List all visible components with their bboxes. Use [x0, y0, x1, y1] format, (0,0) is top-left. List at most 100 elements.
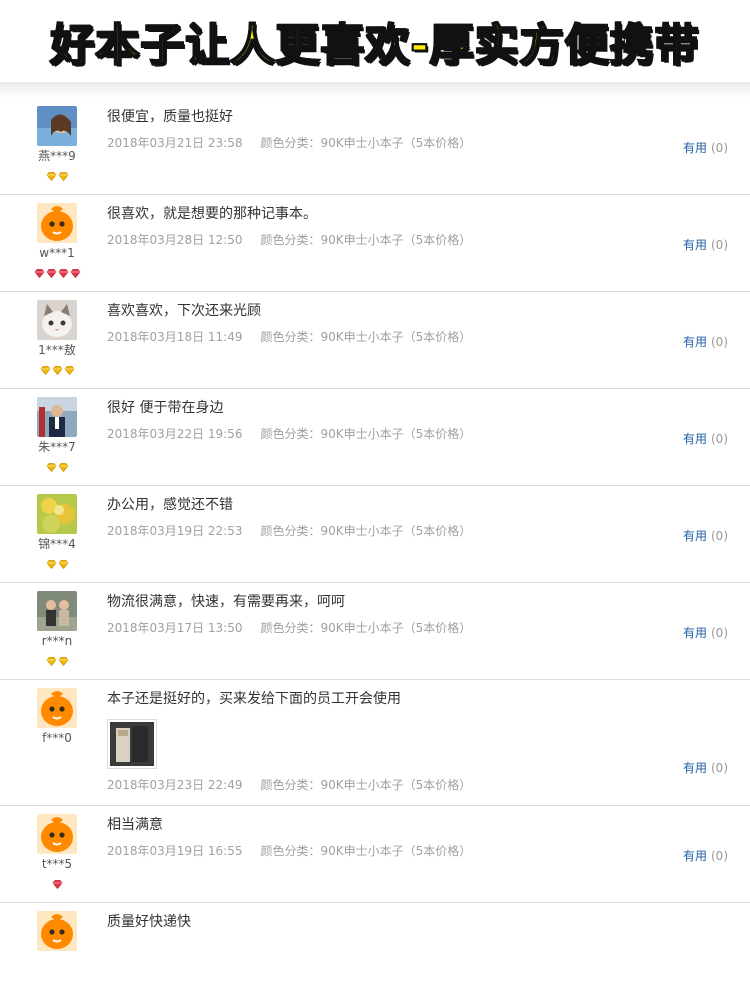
review-meta: 2018年03月17日 13:50 颜色分类：90K申士小本子（5本价格） — [107, 620, 667, 636]
review-date: 2018年03月18日 11:49 — [107, 330, 243, 344]
reviewer-name: r***n — [41, 634, 73, 648]
useful-count: (0) — [711, 238, 728, 252]
review-date: 2018年03月22日 19:56 — [107, 427, 243, 441]
useful-label: 有用 — [682, 432, 707, 446]
useful-label: 有用 — [682, 626, 707, 640]
useful-vote-button[interactable]: 有用 (0) — [683, 847, 728, 864]
sku-variant: 颜色分类：90K申士小本子（5本价格） — [260, 778, 472, 792]
reviewer-info: t***5 — [27, 814, 87, 889]
review-content: 办公用，感觉还不错 2018年03月19日 22:53 颜色分类：90K申士小本子（… — [107, 495, 667, 539]
review-text: 物流很满意，快速，有需要再来，呵呵 — [107, 594, 345, 610]
review-meta: 2018年03月18日 11:49 颜色分类：90K申士小本子（5本价格） — [107, 329, 667, 345]
sku-variant: 颜色分类：90K申士小本子（5本价格） — [260, 427, 472, 441]
review-date: 2018年03月17日 13:50 — [107, 621, 243, 635]
avatar[interactable] — [37, 688, 77, 728]
red-heart-diamond-icon — [52, 874, 63, 889]
useful-label: 有用 — [682, 849, 707, 863]
useful-vote-button[interactable]: 有用 (0) — [683, 624, 728, 641]
useful-label: 有用 — [682, 238, 707, 252]
review-row: 燕***9 很便宜，质量也挺好 2018年03月21日 23:58 颜色分类：90K申… — [0, 98, 750, 195]
gold-diamond-icon — [40, 360, 51, 375]
reviewer-info: f***0 — [27, 688, 87, 746]
review-date: 2018年03月21日 23:58 — [107, 136, 243, 150]
review-text: 喜欢喜欢，下次还来光顾 — [107, 303, 261, 319]
useful-label: 有用 — [682, 529, 707, 543]
useful-vote-button[interactable]: 有用 (0) — [683, 333, 728, 350]
sku-variant: 颜色分类：90K申士小本子（5本价格） — [260, 233, 472, 247]
gold-diamond-icon — [58, 166, 69, 181]
review-row: 质量好快递快 — [0, 903, 750, 983]
banner-title: 好本子让人更喜欢-厚实方便携带 — [49, 19, 700, 72]
gold-diamond-icon — [52, 360, 63, 375]
review-content: 质量好快递快 — [107, 912, 667, 932]
sku-variant: 颜色分类：90K申士小本子（5本价格） — [260, 621, 472, 635]
avatar[interactable] — [37, 494, 77, 534]
review-text: 很好 便于带在身边 — [107, 400, 224, 416]
sku-variant: 颜色分类：90K申士小本子（5本价格） — [260, 330, 472, 344]
red-heart-diamond-icon — [46, 263, 57, 278]
avatar[interactable] — [37, 911, 77, 951]
avatar[interactable] — [37, 814, 77, 854]
useful-vote-button[interactable]: 有用 (0) — [683, 236, 728, 253]
review-content: 物流很满意，快速，有需要再来，呵呵 2018年03月17日 13:50 颜色分类：9… — [107, 592, 667, 636]
red-heart-diamond-icon — [34, 263, 45, 278]
gold-diamond-icon — [58, 457, 69, 472]
review-meta: 2018年03月19日 16:55 颜色分类：90K申士小本子（5本价格） — [107, 843, 667, 859]
useful-count: (0) — [711, 141, 728, 155]
avatar[interactable] — [37, 591, 77, 631]
review-row: 朱***7 很好 便于带在身边 2018年03月22日 19:56 颜色分类：90K申… — [0, 389, 750, 486]
gold-diamond-icon — [46, 651, 57, 666]
gold-diamond-icon — [46, 166, 57, 181]
reviewer-info: r***n — [27, 591, 87, 666]
useful-label: 有用 — [682, 335, 707, 349]
gold-diamond-icon — [58, 651, 69, 666]
gold-diamond-icon — [46, 457, 57, 472]
review-text: 很喜欢，就是想要的那种记事本。 — [107, 206, 317, 222]
useful-count: (0) — [711, 761, 728, 775]
avatar[interactable] — [37, 203, 77, 243]
useful-vote-button[interactable]: 有用 (0) — [683, 430, 728, 447]
useful-label: 有用 — [682, 761, 707, 775]
useful-vote-button[interactable]: 有用 (0) — [683, 139, 728, 156]
review-meta: 2018年03月21日 23:58 颜色分类：90K申士小本子（5本价格） — [107, 135, 667, 151]
review-photo-thumbnail[interactable] — [107, 719, 157, 769]
review-meta: 2018年03月19日 22:53 颜色分类：90K申士小本子（5本价格） — [107, 523, 667, 539]
reviewer-info: 锦***4 — [27, 494, 87, 569]
useful-count: (0) — [711, 432, 728, 446]
review-content: 相当满意 2018年03月19日 16:55 颜色分类：90K申士小本子（5本价格） — [107, 815, 667, 859]
reviewer-info: 1***敖 — [27, 300, 87, 375]
review-meta: 2018年03月28日 12:50 颜色分类：90K申士小本子（5本价格） — [107, 232, 667, 248]
useful-vote-button[interactable]: 有用 (0) — [683, 759, 728, 776]
reviewer-name: 燕***9 — [38, 149, 76, 163]
review-content: 很便宜，质量也挺好 2018年03月21日 23:58 颜色分类：90K申士小本子（… — [107, 107, 667, 151]
buyer-level-badges — [27, 166, 87, 181]
reviewer-name: t***5 — [41, 857, 73, 871]
review-text: 办公用，感觉还不错 — [107, 497, 233, 513]
reviewer-name: 锦***4 — [38, 537, 76, 551]
review-date: 2018年03月23日 22:49 — [107, 778, 243, 792]
useful-label: 有用 — [682, 141, 707, 155]
sku-variant: 颜色分类：90K申士小本子（5本价格） — [260, 524, 472, 538]
review-text: 很便宜，质量也挺好 — [107, 109, 233, 125]
useful-count: (0) — [711, 849, 728, 863]
useful-vote-button[interactable]: 有用 (0) — [683, 527, 728, 544]
avatar[interactable] — [37, 300, 77, 340]
avatar[interactable] — [37, 106, 77, 146]
reviewer-name: 朱***7 — [38, 440, 76, 454]
review-row: w***1 很喜欢，就是想要的那种记事本。 2018年03月28日 12:50 颜色分… — [0, 195, 750, 292]
red-heart-diamond-icon — [70, 263, 81, 278]
promo-banner: 好本子让人更喜欢-厚实方便携带 — [0, 0, 750, 82]
buyer-level-badges — [27, 874, 87, 889]
useful-count: (0) — [711, 335, 728, 349]
buyer-level-badges — [27, 263, 87, 278]
gold-diamond-icon — [64, 360, 75, 375]
sku-variant: 颜色分类：90K申士小本子（5本价格） — [260, 136, 472, 150]
review-date: 2018年03月28日 12:50 — [107, 233, 243, 247]
review-text: 本子还是挺好的，买来发给下面的员工开会使用 — [107, 691, 401, 707]
avatar[interactable] — [37, 397, 77, 437]
reviewer-info: w***1 — [27, 203, 87, 278]
review-text: 质量好快递快 — [107, 914, 191, 930]
review-meta: 2018年03月23日 22:49 颜色分类：90K申士小本子（5本价格） — [107, 777, 667, 793]
review-row: t***5 相当满意 2018年03月19日 16:55 颜色分类：90K申士小本子（… — [0, 806, 750, 903]
review-row: r***n 物流很满意，快速，有需要再来，呵呵 2018年03月17日 13:50 颜… — [0, 583, 750, 680]
